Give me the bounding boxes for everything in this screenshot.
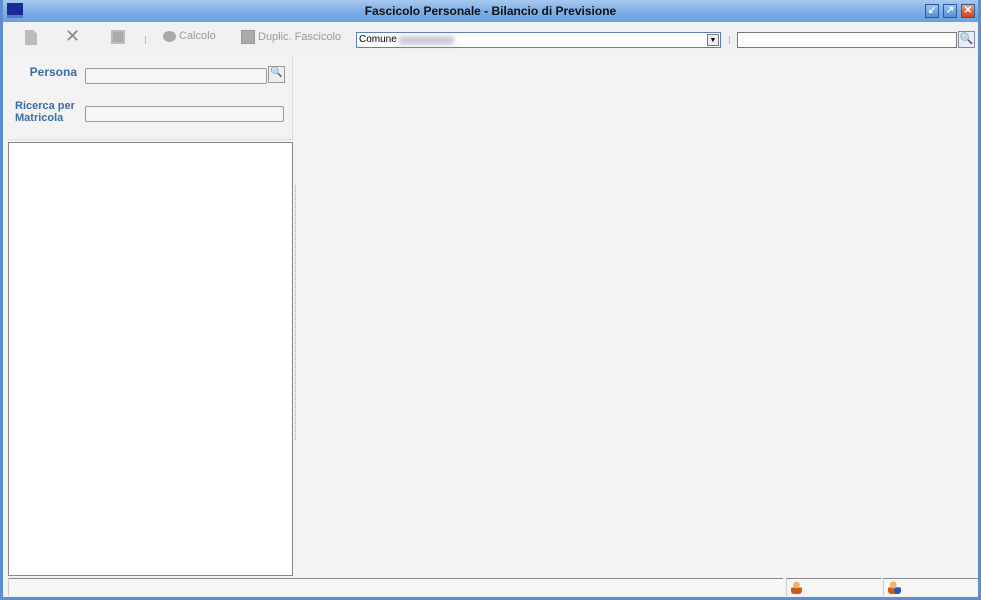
matricola-label-line1: Ricerca per bbox=[15, 100, 75, 112]
save-icon bbox=[111, 30, 125, 44]
delete-icon: ✕ bbox=[65, 26, 81, 46]
duplica-label: Duplic. Fascicolo bbox=[258, 31, 342, 43]
persona-label: Persona bbox=[29, 65, 77, 79]
user-info-icon bbox=[888, 581, 901, 594]
comune-value: Comune bbox=[359, 34, 397, 45]
splitter-handle[interactable] bbox=[295, 185, 297, 440]
results-list[interactable] bbox=[8, 142, 293, 576]
search-button[interactable]: 🔍 bbox=[958, 31, 975, 48]
duplica-fascicolo-button[interactable]: Duplic. Fascicolo bbox=[241, 30, 341, 44]
matricola-input[interactable] bbox=[85, 106, 284, 122]
search-icon: 🔍 bbox=[270, 67, 283, 78]
new-button[interactable] bbox=[25, 30, 37, 45]
title-bar: Fascicolo Personale - Bilancio di Previs… bbox=[3, 0, 978, 22]
window-title: Fascicolo Personale - Bilancio di Previs… bbox=[364, 4, 617, 18]
delete-button[interactable]: ✕ bbox=[65, 26, 80, 47]
calcolo-button[interactable]: Calcolo bbox=[163, 30, 216, 42]
matricola-label-line2: Matricola bbox=[15, 112, 64, 124]
persona-search-button[interactable]: 🔍 bbox=[268, 66, 285, 83]
dropdown-arrow-icon[interactable]: ▼ bbox=[707, 34, 719, 46]
close-button[interactable]: ✕ bbox=[961, 4, 975, 18]
search-icon: 🔍 bbox=[959, 33, 974, 45]
duplicate-icon bbox=[241, 30, 255, 44]
user-icon bbox=[791, 581, 802, 594]
status-user-info bbox=[883, 578, 978, 596]
status-user bbox=[786, 578, 881, 596]
search-form: Persona 🔍 Ricerca per Matricola bbox=[7, 55, 293, 140]
comune-select[interactable]: Comune ▼ bbox=[356, 32, 721, 48]
app-window: Fascicolo Personale - Bilancio di Previs… bbox=[0, 0, 981, 600]
minimize-button[interactable]: ↙ bbox=[925, 4, 939, 18]
status-bar bbox=[6, 576, 978, 597]
new-document-icon bbox=[25, 30, 37, 45]
maximize-button[interactable]: ↗ bbox=[943, 4, 957, 18]
toolbar: ✕ Calcolo Duplic. Fascicolo Comune ▼ 🔍 bbox=[3, 22, 978, 54]
save-button[interactable] bbox=[111, 30, 125, 44]
matricola-label: Ricerca per Matricola bbox=[15, 100, 75, 124]
search-input[interactable] bbox=[737, 32, 957, 48]
persona-input[interactable] bbox=[85, 68, 267, 84]
calc-icon bbox=[163, 30, 176, 42]
status-message bbox=[8, 578, 783, 596]
calcolo-label: Calcolo bbox=[179, 30, 216, 42]
